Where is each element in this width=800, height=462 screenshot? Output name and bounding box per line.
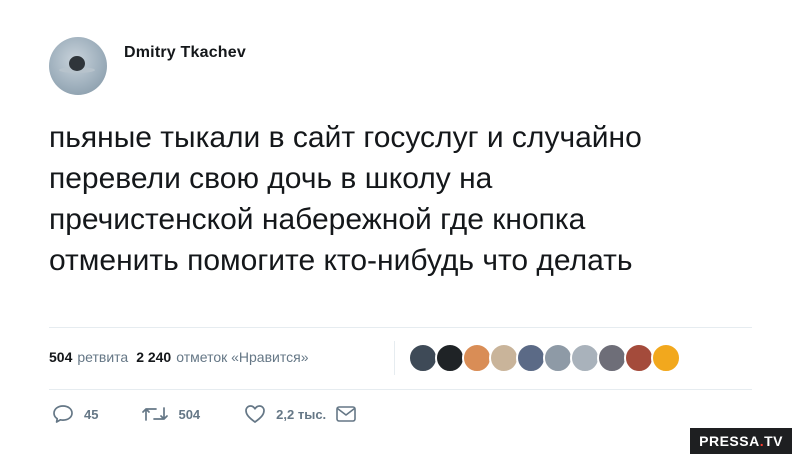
tweet-text: пьяные тыкали в сайт госуслуг и случайно… xyxy=(49,117,769,281)
likes-count: 2 240 xyxy=(136,349,172,365)
watermark-logo: PRESSA.TV xyxy=(690,428,792,454)
tweet-line: перевели свою дочь в школу на xyxy=(49,162,493,195)
avatar-figure xyxy=(69,56,85,71)
liker-avatar[interactable] xyxy=(624,343,654,373)
retweets-stat[interactable]: 504 ретвита xyxy=(49,349,128,365)
retweets-label: ретвита xyxy=(77,349,129,365)
engagement-stats: 504 ретвита 2 240 отметок «Нравится» xyxy=(49,349,308,365)
divider xyxy=(49,327,752,328)
likes-label: отметок «Нравится» xyxy=(176,349,309,365)
author-name[interactable]: Dmitry Tkachev xyxy=(124,44,246,62)
author-avatar[interactable] xyxy=(49,37,107,95)
tweet-line: отменить помогите кто-нибудь что делать xyxy=(49,244,633,277)
reply-button[interactable]: 45 xyxy=(52,404,98,424)
heart-icon xyxy=(245,405,266,423)
liker-avatar[interactable] xyxy=(543,343,573,373)
liker-avatar[interactable] xyxy=(651,343,681,373)
retweets-count: 504 xyxy=(49,349,73,365)
liker-avatar[interactable] xyxy=(462,343,492,373)
retweet-count: 504 xyxy=(178,406,201,422)
stats-separator xyxy=(394,341,395,375)
tweet-line: пьяные тыкали в сайт госуслуг и случайно xyxy=(49,121,642,154)
like-count: 2,2 тыс. xyxy=(276,406,327,422)
liker-avatar[interactable] xyxy=(570,343,600,373)
liker-avatar[interactable] xyxy=(516,343,546,373)
liker-avatar[interactable] xyxy=(489,343,519,373)
divider xyxy=(49,389,752,390)
liker-avatar[interactable] xyxy=(435,343,465,373)
retweet-button[interactable]: 504 xyxy=(142,404,200,424)
reply-count: 45 xyxy=(84,406,99,422)
likes-stat[interactable]: 2 240 отметок «Нравится» xyxy=(136,349,308,365)
reply-icon xyxy=(53,405,73,423)
envelope-icon xyxy=(336,406,356,422)
liker-avatars xyxy=(408,343,681,373)
tweet-line: пречистенской набережной где кнопка xyxy=(49,203,586,236)
tweet-actions: 45 504 2,2 тыс. xyxy=(52,404,400,424)
like-button[interactable]: 2,2 тыс. xyxy=(244,404,326,424)
liker-avatar[interactable] xyxy=(408,343,438,373)
liker-avatar[interactable] xyxy=(597,343,627,373)
retweet-icon xyxy=(142,407,169,421)
message-button[interactable] xyxy=(336,406,356,422)
